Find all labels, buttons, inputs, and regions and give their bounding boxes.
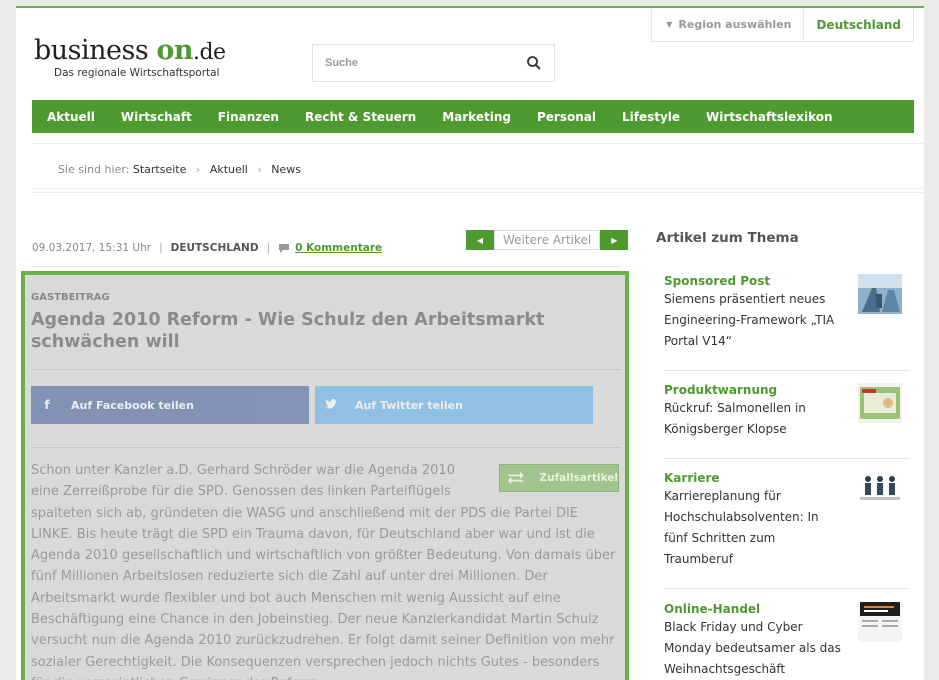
article-thumbnail[interactable]: [858, 602, 902, 642]
facebook-share-button[interactable]: f Auf Facebook teilen: [31, 386, 309, 424]
article-thumbnail[interactable]: [858, 383, 902, 423]
region-selector: ▼ Region auswählen Deutschland: [651, 8, 914, 42]
article-headline: Agenda 2010 Reform - Wie Schulz den Arbe…: [31, 310, 545, 352]
related-article-item[interactable]: Sponsored Post Siemens präsentiert neues…: [664, 274, 910, 352]
breadcrumb-item-news[interactable]: News: [271, 163, 301, 176]
comment-icon: [279, 243, 290, 253]
facebook-icon: f: [44, 398, 50, 412]
logo-on-mark: on: [156, 35, 193, 66]
article-date: 09.03.2017, 15:31 Uhr: [32, 242, 152, 254]
nav-item-marketing[interactable]: Marketing: [442, 110, 511, 124]
related-articles-sidebar: Artikel zum Thema Sponsored Post Siemens…: [656, 230, 910, 676]
nav-item-personal[interactable]: Personal: [537, 110, 596, 124]
prev-article-button[interactable]: ◀: [466, 230, 494, 250]
meta-separator: |: [266, 242, 271, 254]
comments-link[interactable]: 0 Kommentare: [295, 242, 382, 254]
related-article-item[interactable]: Online-Handel Black Friday und Cyber Mon…: [664, 602, 910, 680]
main-nav: Aktuell Wirtschaft Finanzen Recht & Steu…: [32, 100, 914, 133]
related-article-title[interactable]: Karriereplanung für Hochschulabsolventen…: [664, 486, 844, 570]
breadcrumb: Sie sind hier: Startseite › Aktuell › Ne…: [58, 163, 301, 176]
logo-text: business: [34, 35, 149, 66]
divider: [664, 458, 910, 459]
breadcrumb-item-aktuell[interactable]: Aktuell: [210, 163, 248, 176]
breadcrumb-separator-icon: ›: [257, 163, 262, 176]
article-card: GASTBEITRAG Agenda 2010 Reform - Wie Sch…: [21, 271, 629, 680]
divider: [32, 266, 622, 267]
article-pager: ◀ Weitere Artikel ▶: [466, 230, 629, 250]
nav-item-aktuell[interactable]: Aktuell: [47, 110, 95, 124]
related-article-title[interactable]: Siemens präsentiert neues Engineering-Fr…: [664, 289, 844, 352]
divider: [664, 370, 910, 371]
facebook-share-label: Auf Facebook teilen: [71, 398, 194, 412]
article-body: Schon unter Kanzler a.D. Gerhard Schröde…: [31, 460, 621, 680]
breadcrumb-item-startseite[interactable]: Startseite: [133, 163, 187, 176]
next-article-button[interactable]: ▶: [600, 230, 629, 250]
divider: [31, 369, 621, 370]
divider: [664, 588, 910, 589]
region-select-dropdown[interactable]: ▼ Region auswählen: [652, 8, 805, 41]
pager-label: Weitere Artikel: [494, 230, 601, 250]
article-region[interactable]: DEUTSCHLAND: [171, 242, 259, 254]
nav-item-finanzen[interactable]: Finanzen: [218, 110, 279, 124]
divider: [32, 143, 924, 144]
region-select-label: Region auswählen: [678, 18, 792, 31]
random-article-button[interactable]: Zufallsartikel: [499, 464, 619, 492]
divider: [32, 188, 924, 189]
site-logo[interactable]: business on.de Das regionale Wirtschafts…: [34, 35, 226, 80]
related-article-item[interactable]: Karriere Karriereplanung für Hochschulab…: [664, 471, 910, 570]
twitter-icon: [315, 398, 347, 412]
nav-item-lifestyle[interactable]: Lifestyle: [622, 110, 680, 124]
breadcrumb-separator-icon: ›: [195, 163, 201, 176]
page: ▼ Region auswählen Deutschland business …: [16, 6, 924, 680]
random-article-label: Zufallsartikel: [539, 472, 619, 484]
divider: [32, 192, 924, 193]
nav-item-recht-steuern[interactable]: Recht & Steuern: [305, 110, 416, 124]
divider: [31, 447, 621, 448]
search-icon[interactable]: [526, 55, 542, 71]
nav-item-wirtschaftslexikon[interactable]: Wirtschaftslexikon: [706, 110, 833, 124]
twitter-share-label: Auf Twitter teilen: [355, 398, 463, 412]
article-thumbnail[interactable]: [858, 471, 902, 511]
article-kicker: GASTBEITRAG: [31, 292, 110, 303]
region-current[interactable]: Deutschland: [804, 18, 913, 32]
related-article-title[interactable]: Rückruf: Salmonellen in Königsberger Klo…: [664, 398, 844, 440]
article-thumbnail[interactable]: [858, 274, 902, 314]
caret-down-icon: ▼: [666, 20, 673, 29]
nav-item-wirtschaft[interactable]: Wirtschaft: [121, 110, 192, 124]
breadcrumb-prefix: Sie sind hier:: [58, 163, 130, 176]
related-article-title[interactable]: Black Friday und Cyber Monday bedeutsame…: [664, 617, 844, 680]
search-input[interactable]: [325, 57, 526, 69]
search-box: [312, 44, 555, 82]
sidebar-title: Artikel zum Thema: [656, 230, 799, 246]
logo-tld: .de: [192, 40, 226, 65]
twitter-share-button[interactable]: Auf Twitter teilen: [315, 386, 593, 424]
logo-tagline: Das regionale Wirtschaftsportal: [54, 67, 220, 79]
meta-separator: |: [159, 242, 163, 254]
article-meta: 09.03.2017, 15:31 Uhr | DEUTSCHLAND | 0 …: [32, 242, 382, 254]
related-article-item[interactable]: Produktwarnung Rückruf: Salmonellen in K…: [664, 383, 910, 440]
shuffle-icon: [507, 471, 524, 485]
